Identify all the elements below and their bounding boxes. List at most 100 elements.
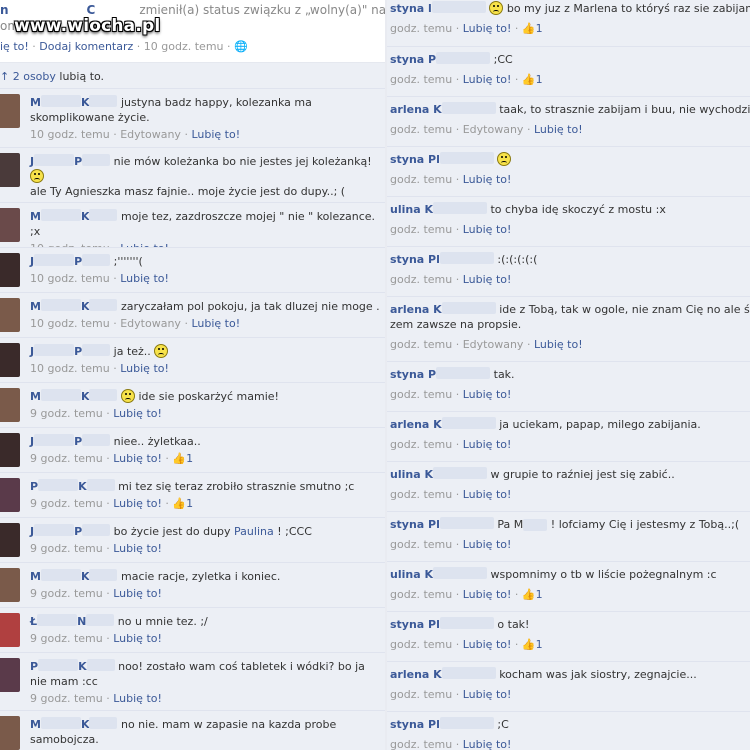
avatar[interactable] (0, 153, 20, 187)
post-author-first[interactable]: n (0, 3, 9, 17)
comment-like-link[interactable]: Lubię to! (113, 407, 162, 420)
author-name-partial[interactable]: arlena K (390, 302, 442, 317)
post-author-second[interactable]: C (87, 3, 96, 17)
comment-author[interactable]: MK (30, 389, 118, 404)
author-name-partial[interactable]: styna P (390, 52, 436, 67)
comment-author[interactable]: JP (30, 344, 111, 359)
comment-like-link[interactable]: Lubię to! (463, 223, 512, 236)
comment-author[interactable]: styna l (390, 1, 486, 16)
comment-author[interactable]: ulina K (390, 467, 487, 482)
author-initial-last[interactable]: P (74, 434, 82, 449)
like-count[interactable]: 1 (186, 452, 193, 465)
author-initial-last[interactable]: K (81, 299, 90, 314)
author-initial-first[interactable]: M (30, 209, 41, 224)
comment-author[interactable]: styna Pl (390, 252, 494, 267)
author-initial-last[interactable]: P (74, 154, 82, 169)
comment-author[interactable]: ŁN (30, 614, 115, 629)
author-name-partial[interactable]: ulina K (390, 567, 433, 582)
comment-author[interactable]: styna P (390, 52, 491, 67)
comment-author[interactable]: arlena K (390, 102, 496, 117)
comment-author[interactable]: styna Pl (390, 717, 494, 732)
comment-author[interactable]: MK (30, 717, 118, 732)
comment-like-link[interactable]: Lubię to! (463, 173, 512, 186)
author-initial-first[interactable]: M (30, 389, 41, 404)
like-count[interactable]: 1 (536, 638, 543, 651)
author-initial-first[interactable]: M (30, 569, 41, 584)
author-initial-last[interactable]: P (74, 344, 82, 359)
author-name-partial[interactable]: styna Pl (390, 152, 440, 167)
author-name-partial[interactable]: styna Pl (390, 517, 440, 532)
author-initial-first[interactable]: M (30, 717, 41, 732)
author-initial-first[interactable]: M (30, 95, 41, 110)
author-initial-first[interactable]: M (30, 299, 41, 314)
author-name-partial[interactable]: ulina K (390, 202, 433, 217)
author-initial-last[interactable]: K (78, 659, 87, 674)
avatar[interactable] (0, 253, 20, 287)
comment-like-link[interactable]: Lubię to! (463, 388, 512, 401)
avatar[interactable] (0, 613, 20, 647)
comment-author[interactable]: JP (30, 524, 111, 539)
comment-like-link[interactable]: Lubię to! (463, 688, 512, 701)
author-initial-last[interactable]: P (74, 254, 82, 269)
author-name-partial[interactable]: arlena K (390, 102, 442, 117)
comment-author[interactable]: ulina K (390, 567, 487, 582)
comment-like-link[interactable]: Lubię to! (120, 272, 169, 285)
like-count[interactable]: 1 (186, 497, 193, 510)
comment-author[interactable]: MK (30, 299, 118, 314)
avatar[interactable] (0, 658, 20, 692)
comment-author[interactable]: PK (30, 479, 115, 494)
avatar[interactable] (0, 478, 20, 512)
author-initial-last[interactable]: K (81, 569, 90, 584)
avatar[interactable] (0, 568, 20, 602)
author-name-partial[interactable]: styna P (390, 367, 436, 382)
comment-like-link[interactable]: Lubię to! (113, 632, 162, 645)
author-initial-first[interactable]: Ł (30, 614, 37, 629)
author-initial-last[interactable]: K (81, 209, 90, 224)
comment-like-link[interactable]: Lubię to! (113, 542, 162, 555)
comment-author[interactable]: MK (30, 209, 118, 224)
avatar[interactable] (0, 523, 20, 557)
comment-author[interactable]: JP (30, 154, 111, 169)
comment-like-link[interactable]: Lubię to! (113, 452, 162, 465)
author-name-partial[interactable]: arlena K (390, 667, 442, 682)
comment-like-link[interactable]: Lubię to! (463, 638, 512, 651)
comment-author[interactable]: MK (30, 95, 118, 110)
author-initial-first[interactable]: P (30, 659, 38, 674)
add-comment-link[interactable]: Dodaj komentarz (39, 40, 133, 53)
comment-like-link[interactable]: Lubię to! (120, 362, 169, 375)
comment-like-link[interactable]: Lubię to! (191, 317, 240, 330)
avatar[interactable] (0, 208, 20, 242)
author-name-partial[interactable]: styna l (390, 1, 432, 16)
comment-author[interactable]: JP (30, 254, 111, 269)
comment-like-link[interactable]: Lubię to! (463, 438, 512, 451)
comment-like-link[interactable]: Lubię to! (463, 738, 512, 750)
author-name-partial[interactable]: styna Pl (390, 617, 440, 632)
avatar[interactable] (0, 388, 20, 422)
author-initial-last[interactable]: K (81, 717, 90, 732)
comment-author[interactable]: MK (30, 569, 118, 584)
avatar[interactable] (0, 716, 20, 750)
avatar[interactable] (0, 298, 20, 332)
comment-like-link[interactable]: Lubię to! (463, 488, 512, 501)
like-count[interactable]: 1 (536, 73, 543, 86)
comment-like-link[interactable]: Lubię to! (463, 73, 512, 86)
comment-author[interactable]: JP (30, 434, 111, 449)
comment-like-link[interactable]: Lubię to! (113, 692, 162, 705)
comment-like-link[interactable]: Lubię to! (534, 123, 583, 136)
author-initial-last[interactable]: K (78, 479, 87, 494)
author-name-partial[interactable]: ulina K (390, 467, 433, 482)
author-initial-last[interactable]: P (74, 524, 82, 539)
comment-author[interactable]: ulina K (390, 202, 487, 217)
comment-author[interactable]: styna Pl (390, 617, 494, 632)
author-initial-last[interactable]: K (81, 389, 90, 404)
likes-link[interactable]: 2 osoby (13, 70, 56, 83)
mentioned-user-link[interactable]: Paulina (234, 525, 274, 538)
author-initial-last[interactable]: N (77, 614, 86, 629)
comment-like-link[interactable]: Lubię to! (463, 588, 512, 601)
author-name-partial[interactable]: styna Pl (390, 717, 440, 732)
author-initial-first[interactable]: P (30, 479, 38, 494)
like-count[interactable]: 1 (536, 588, 543, 601)
comment-like-link[interactable]: Lubię to! (463, 273, 512, 286)
comment-like-link[interactable]: Lubię to! (113, 587, 162, 600)
comment-like-link[interactable]: Lubię to! (463, 22, 512, 35)
